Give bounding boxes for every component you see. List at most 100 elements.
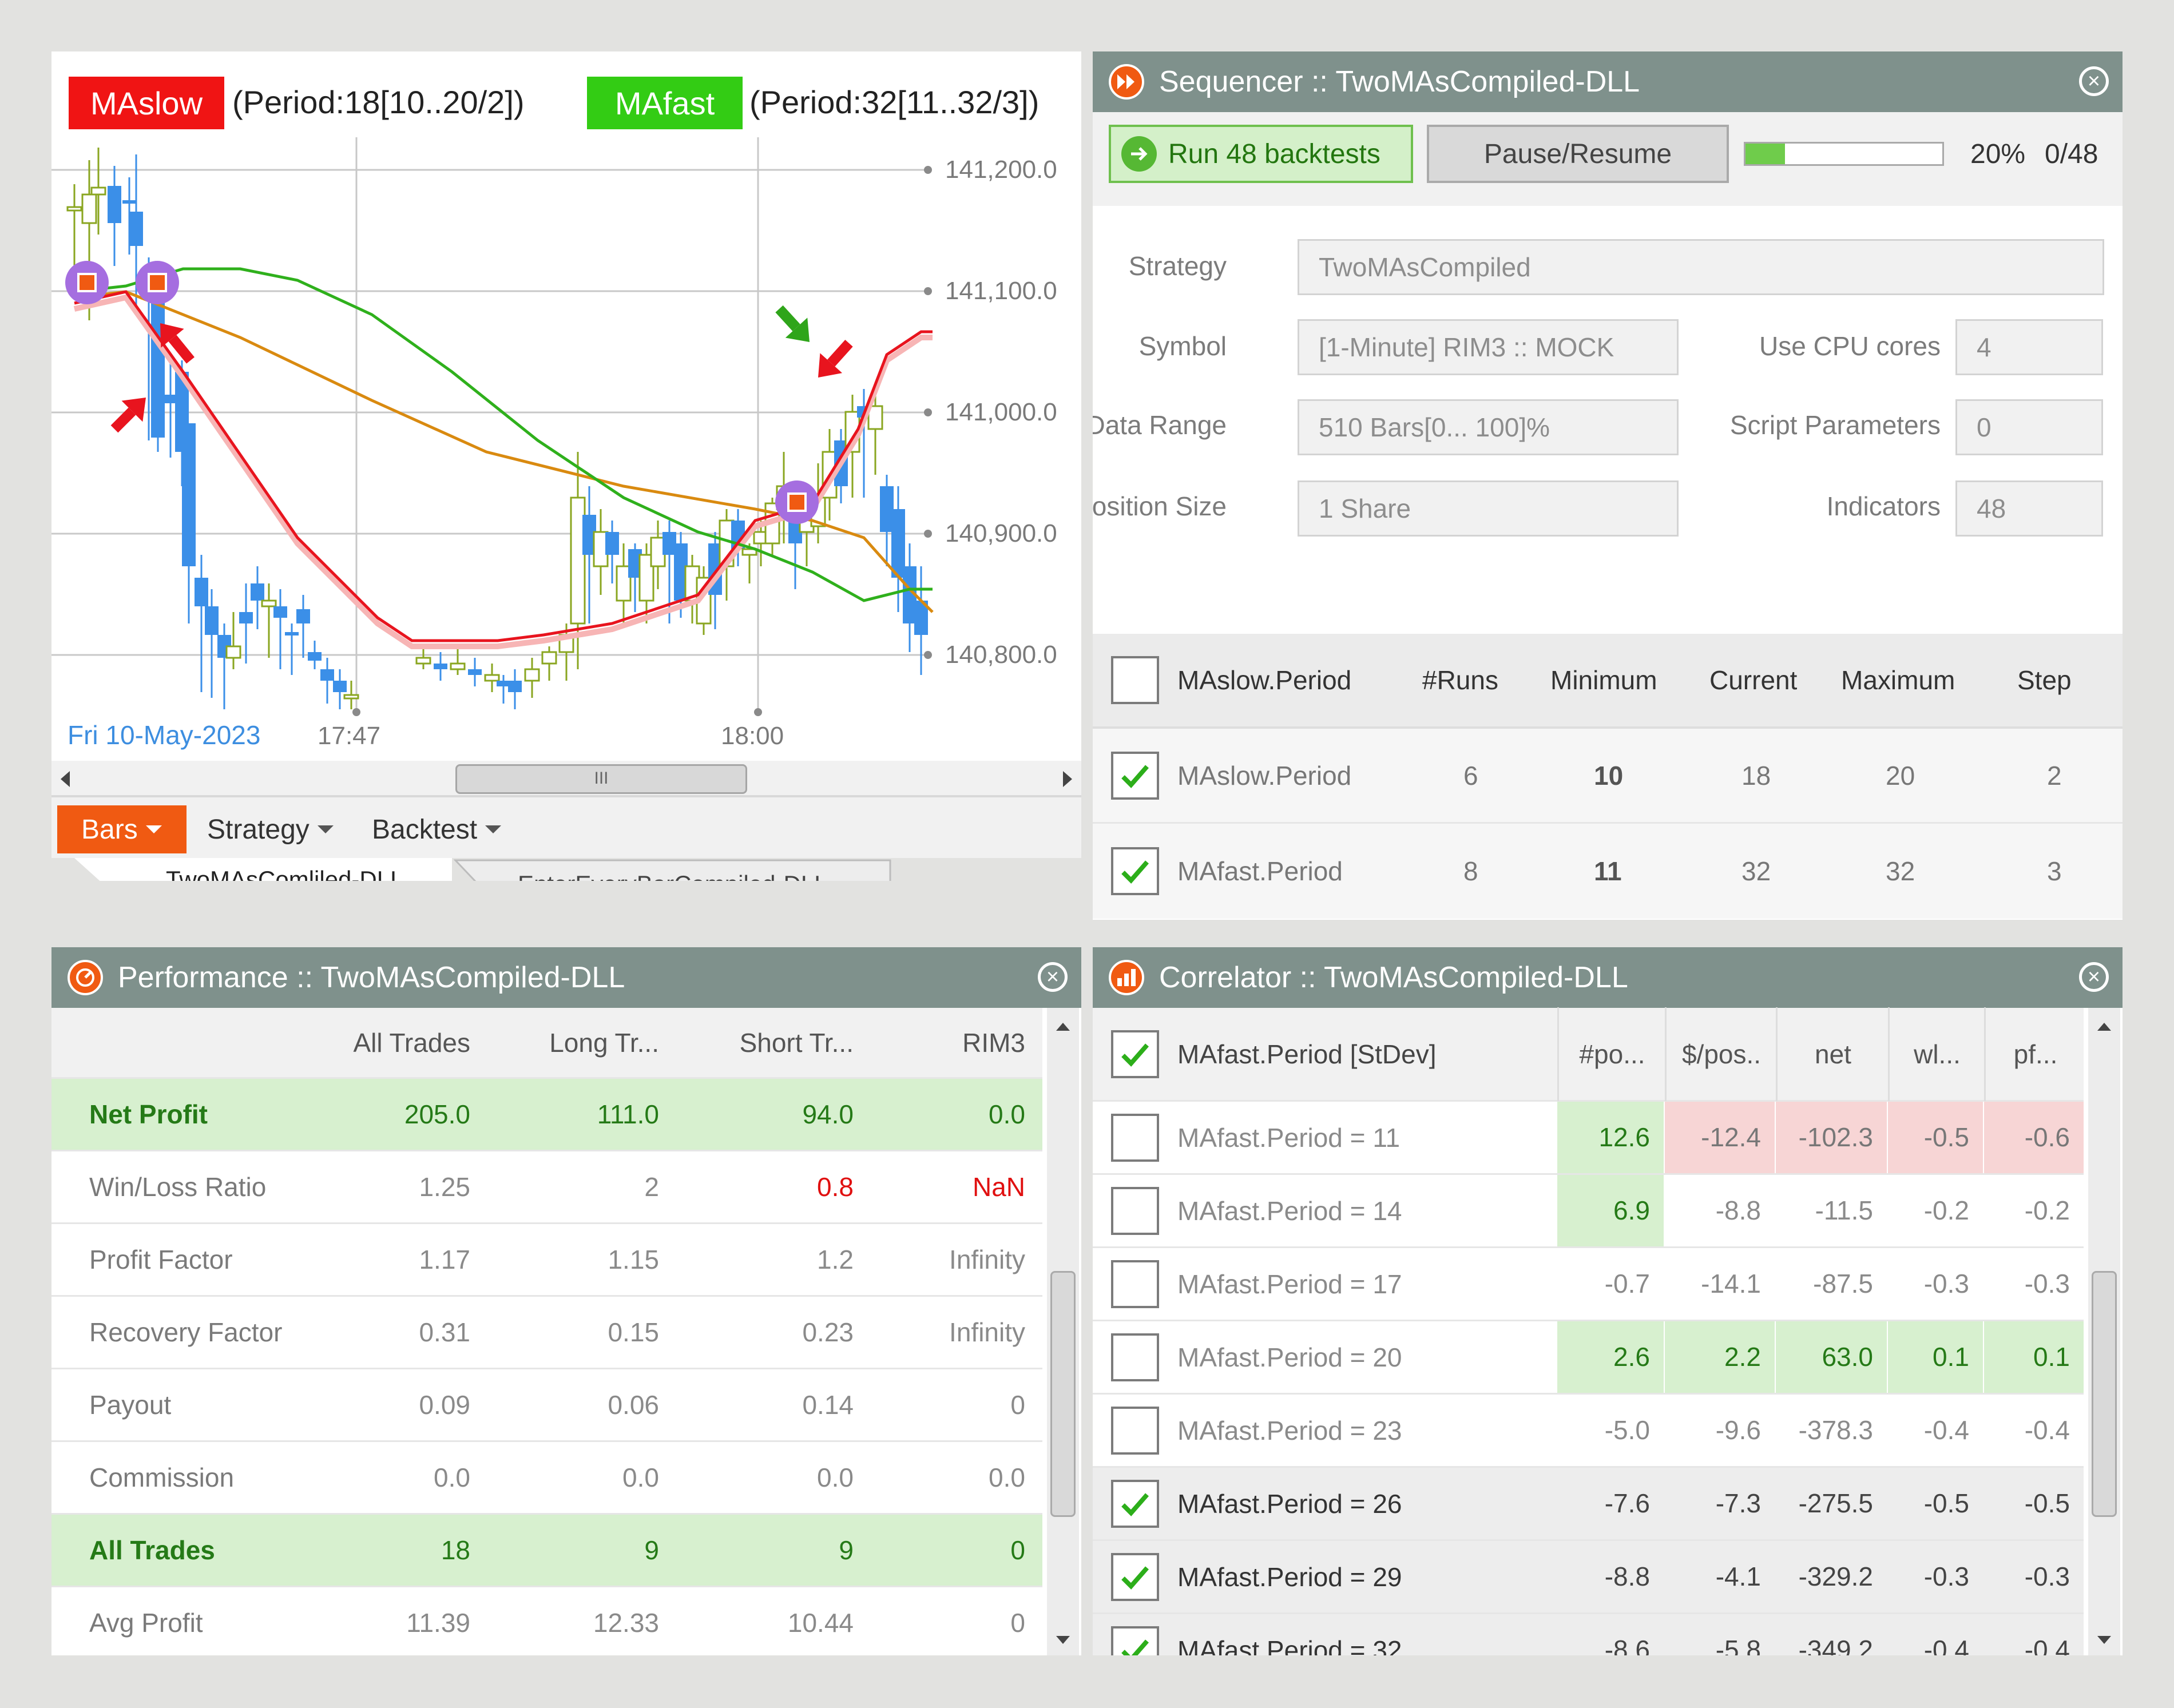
correlator-row-checkbox[interactable] xyxy=(1111,1479,1159,1528)
performance-row[interactable]: All Trades 18 9 9 0 xyxy=(51,1515,1042,1587)
sequencer-panel: Sequencer :: TwoMAsCompiled-DLL × Run 48… xyxy=(1093,51,2123,920)
caret-down-icon xyxy=(485,825,502,833)
performance-row[interactable]: Recovery Factor 0.31 0.15 0.23 Infinity xyxy=(51,1297,1042,1369)
correlator-cell: 12.6 xyxy=(1557,1102,1664,1173)
performance-table: All Trades Long Tr... Short Tr... RIM3 N… xyxy=(51,1008,1042,1655)
correlator-row-checkbox[interactable] xyxy=(1111,1333,1159,1381)
position-size-field[interactable]: 1 Share xyxy=(1298,480,1679,537)
bars-menu-button[interactable]: Bars xyxy=(57,805,187,853)
backtest-menu-label: Backtest xyxy=(372,814,478,845)
scroll-up-icon[interactable] xyxy=(1056,1023,1070,1031)
corr-header-col: pf... xyxy=(1984,1007,2085,1101)
performance-cell: 1.25 xyxy=(419,1172,470,1202)
param-header-step: Step xyxy=(2017,665,2072,695)
close-icon[interactable]: × xyxy=(1038,962,1068,992)
tab-twomas[interactable]: TwoMAsComliled-DLL xyxy=(166,866,403,881)
correlator-row[interactable]: MAfast.Period = 14 6.9 -8.8 -11.5 -0.2 -0.2 xyxy=(1093,1175,2084,1248)
script-params-field[interactable]: 0 xyxy=(1955,399,2103,455)
correlator-row[interactable]: MAfast.Period = 17 -0.7 -14.1 -87.5 -0.3 -0.3 xyxy=(1093,1248,2084,1321)
param-row-checkbox[interactable] xyxy=(1111,751,1159,800)
param-row[interactable]: MAslow.Period 6 10 18 20 2 xyxy=(1093,729,2123,824)
performance-scrollbar[interactable] xyxy=(1047,1008,1079,1655)
performance-row[interactable]: Commission 0.0 0.0 0.0 0.0 xyxy=(51,1442,1042,1515)
correlator-cell: 0.1 xyxy=(1984,1321,2084,1393)
chart-scrollbar[interactable]: III xyxy=(51,761,1081,797)
select-all-checkbox[interactable] xyxy=(1111,656,1159,704)
correlator-cell: -0.2 xyxy=(1923,1195,1969,1225)
correlator-row-checkbox[interactable] xyxy=(1111,1626,1159,1655)
correlator-row-checkbox[interactable] xyxy=(1111,1552,1159,1601)
correlator-title: Correlator :: TwoMAsCompiled-DLL xyxy=(1159,961,1628,994)
performance-cell: 0.15 xyxy=(608,1317,659,1347)
correlator-header-checkbox[interactable] xyxy=(1111,1030,1159,1078)
chart-area[interactable]: MAslow (Period:18[10..20/2]) MAfast (Per… xyxy=(51,51,1081,761)
correlator-scrollbar[interactable] xyxy=(2088,1008,2120,1655)
performance-row[interactable]: Net Profit 205.0 111.0 94.0 0.0 xyxy=(51,1079,1042,1151)
correlator-cell: -275.5 xyxy=(1798,1488,1873,1518)
performance-row[interactable]: Avg Profit 11.39 12.33 10.44 0 xyxy=(51,1587,1042,1655)
performance-cell: 0 xyxy=(1010,1535,1025,1565)
candle xyxy=(484,664,500,692)
strategy-field[interactable]: TwoMAsCompiled xyxy=(1298,239,2104,295)
scroll-thumb[interactable] xyxy=(1050,1271,1076,1517)
chart-panel: MAslow (Period:18[10..20/2]) MAfast (Per… xyxy=(51,51,1081,881)
candle xyxy=(308,641,322,669)
run-backtests-button[interactable]: Run 48 backtests xyxy=(1109,125,1413,183)
strategy-menu-button[interactable]: Strategy xyxy=(207,805,334,853)
pause-resume-button[interactable]: Pause/Resume xyxy=(1427,125,1729,183)
backtest-menu-button[interactable]: Backtest xyxy=(372,805,502,853)
grid-tick-dot xyxy=(924,651,932,659)
performance-row[interactable]: Win/Loss Ratio 1.25 2 0.8 NaN xyxy=(51,1151,1042,1224)
symbol-field[interactable]: [1-Minute] RIM3 :: MOCK xyxy=(1298,319,1679,375)
correlator-row-checkbox[interactable] xyxy=(1111,1186,1159,1235)
scroll-up-icon[interactable] xyxy=(2097,1023,2111,1031)
correlator-row[interactable]: MAfast.Period = 26 -7.6 -7.3 -275.5 -0.5 -0.5 xyxy=(1093,1468,2084,1541)
param-header-runs: #Runs xyxy=(1422,665,1498,695)
performance-row-label: Avg Profit xyxy=(89,1608,203,1638)
correlator-cell: -0.4 xyxy=(1923,1635,1969,1655)
performance-row-label: Recovery Factor xyxy=(89,1317,283,1347)
performance-cell: 1.2 xyxy=(817,1245,854,1274)
scroll-down-icon[interactable] xyxy=(1056,1636,1070,1644)
performance-title-bar: Performance :: TwoMAsCompiled-DLL × xyxy=(51,947,1081,1008)
close-icon[interactable]: × xyxy=(2079,66,2109,96)
correlator-row-checkbox[interactable] xyxy=(1111,1406,1159,1455)
param-row-checkbox[interactable] xyxy=(1111,847,1159,895)
check-icon xyxy=(1121,1492,1149,1516)
corr-header-param: MAfast.Period [StDev] xyxy=(1177,1039,1437,1069)
correlator-cell: -0.7 xyxy=(1604,1269,1650,1298)
correlator-row-checkbox[interactable] xyxy=(1111,1260,1159,1308)
data-range-field[interactable]: 510 Bars[0... 100]% xyxy=(1298,399,1679,455)
cpu-cores-field[interactable]: 4 xyxy=(1955,319,2103,375)
progress-count: 0/48 xyxy=(2045,139,2098,169)
run-arrow-icon xyxy=(1121,136,1157,172)
correlator-row[interactable]: MAfast.Period = 11 12.6 -12.4 -102.3 -0.5 -0.… xyxy=(1093,1102,2084,1175)
grid-tick-dot xyxy=(924,166,932,174)
indicators-field[interactable]: 48 xyxy=(1955,480,2103,537)
scroll-thumb[interactable] xyxy=(2092,1271,2117,1517)
correlator-row-checkbox[interactable] xyxy=(1111,1113,1159,1162)
close-icon[interactable]: × xyxy=(2079,962,2109,992)
arrow-right-icon[interactable] xyxy=(1063,771,1072,787)
scroll-thumb[interactable]: III xyxy=(455,764,747,794)
correlator-row[interactable]: MAfast.Period = 20 2.6 2.2 63.0 0.1 0.1 xyxy=(1093,1321,2084,1395)
arrow-left-icon[interactable] xyxy=(61,771,70,787)
price-tick: 140,800.0 xyxy=(945,641,1057,669)
price-chart[interactable] xyxy=(51,51,1081,761)
scroll-down-icon[interactable] xyxy=(2097,1636,2111,1644)
tab-entereverybar[interactable]: EnterEveryBarCompiled-DLL xyxy=(518,871,828,881)
param-current: 32 xyxy=(1741,856,1771,886)
perf-header-all: All Trades xyxy=(353,1027,470,1058)
performance-cell: 18 xyxy=(441,1535,470,1565)
correlator-row[interactable]: MAfast.Period = 32 -8.6 -5.8 -349.2 -0.4 -0.4 xyxy=(1093,1614,2084,1655)
perf-header-rim3: RIM3 xyxy=(962,1027,1025,1058)
correlator-header-row: MAfast.Period [StDev] #po... $/pos.. net… xyxy=(1093,1007,2085,1102)
correlator-row[interactable]: MAfast.Period = 23 -5.0 -9.6 -378.3 -0.4 -0.4 xyxy=(1093,1395,2084,1468)
performance-cell: 0.8 xyxy=(817,1172,854,1202)
performance-row[interactable]: Payout 0.09 0.06 0.14 0 xyxy=(51,1369,1042,1442)
correlator-cell: -349.2 xyxy=(1798,1635,1873,1655)
param-row[interactable]: MAfast.Period 8 11 32 32 3 xyxy=(1093,824,2123,919)
sequencer-title: Sequencer :: TwoMAsCompiled-DLL xyxy=(1159,65,1640,98)
performance-row[interactable]: Profit Factor 1.17 1.15 1.2 Infinity xyxy=(51,1224,1042,1297)
correlator-row[interactable]: MAfast.Period = 29 -8.8 -4.1 -329.2 -0.3 -0.3 xyxy=(1093,1541,2084,1614)
